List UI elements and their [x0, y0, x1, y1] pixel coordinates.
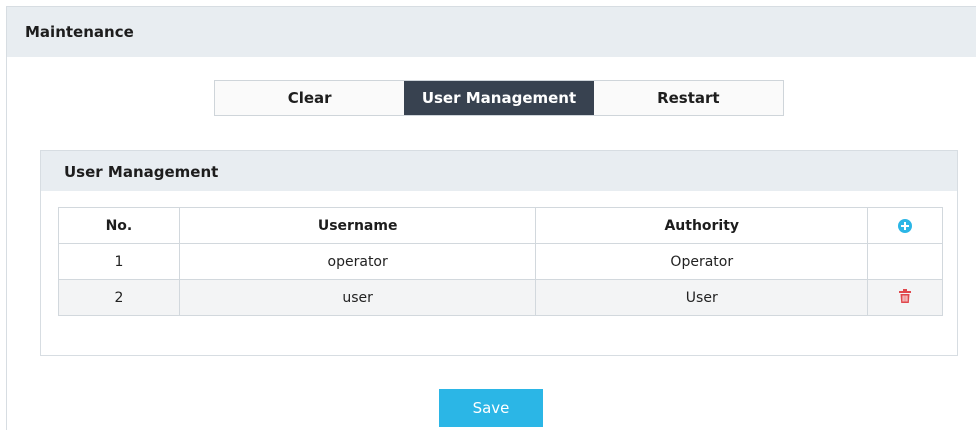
panel-title: User Management: [64, 163, 219, 181]
cell-username: operator: [178, 243, 537, 280]
column-header-authority: Authority: [535, 207, 869, 244]
column-header-username: Username: [178, 207, 537, 244]
cell-username: user: [178, 279, 537, 316]
page-header: Maintenance: [7, 7, 976, 57]
maintenance-page: Maintenance Clear User Management Restar…: [6, 6, 976, 430]
trash-icon[interactable]: [899, 288, 912, 307]
users-table: No. Username Authority 1 operator Operat…: [58, 207, 943, 316]
table-header-row: No. Username Authority: [58, 207, 943, 244]
page-title: Maintenance: [25, 23, 134, 41]
tab-user-management[interactable]: User Management: [404, 81, 594, 115]
panel-header: User Management: [41, 151, 957, 191]
cell-actions: [867, 243, 943, 280]
cell-authority: User: [535, 279, 869, 316]
tab-clear[interactable]: Clear: [215, 81, 404, 115]
user-management-panel: User Management No. Username Authority 1…: [40, 150, 958, 356]
cell-no: 2: [58, 279, 180, 316]
table-row: 1 operator Operator: [58, 243, 943, 280]
cell-authority: Operator: [535, 243, 869, 280]
column-header-no: No.: [58, 207, 180, 244]
cell-actions: [867, 279, 943, 316]
column-header-actions: [867, 207, 943, 244]
cell-no: 1: [58, 243, 180, 280]
table-row: 2 user User: [58, 279, 943, 316]
plus-circle-icon[interactable]: [898, 218, 913, 233]
tab-restart[interactable]: Restart: [594, 81, 783, 115]
save-button[interactable]: Save: [439, 389, 543, 427]
tab-bar: Clear User Management Restart: [214, 80, 784, 116]
